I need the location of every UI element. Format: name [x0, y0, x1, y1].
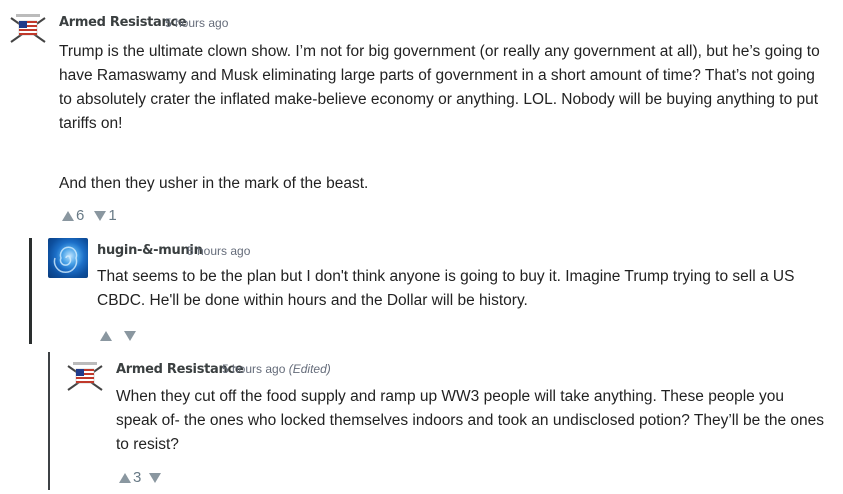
comment-body: When they cut off the food supply and ra…	[116, 385, 826, 457]
downvote-button[interactable]: 1	[94, 207, 117, 224]
downvote-arrow-icon	[94, 210, 107, 221]
timestamp[interactable]: 5 hours ago	[165, 16, 228, 30]
upvote-count: 6	[76, 207, 85, 224]
vote-bar: 6 1	[62, 207, 117, 224]
downvote-count: 1	[108, 207, 117, 224]
downvote-button[interactable]	[149, 472, 162, 483]
avatar[interactable]	[67, 360, 103, 394]
blue-swirl-avatar	[53, 246, 78, 273]
vote-bar	[100, 331, 136, 341]
comment-1: Armed Resistance 5 hours ago Trump is th…	[0, 0, 843, 230]
edited-label: (Edited)	[288, 362, 331, 376]
upvote-button[interactable]	[100, 331, 112, 341]
avatar[interactable]	[10, 12, 46, 46]
upvote-arrow-icon	[119, 472, 131, 483]
comment-paragraph: Trump is the ultimate clown show. I’m no…	[59, 43, 820, 132]
comment-body: Trump is the ultimate clown show. I’m no…	[59, 40, 829, 196]
comment-body: That seems to be the plan but I don't th…	[97, 265, 827, 313]
upvote-count: 3	[133, 469, 142, 486]
vote-bar: 3	[119, 469, 162, 486]
upvote-button[interactable]: 3	[119, 469, 141, 486]
downvote-arrow-icon	[124, 331, 136, 341]
downvote-button[interactable]	[124, 331, 136, 341]
comment-3: Armed Resistance 5 hours ago (Edited) Wh…	[0, 350, 843, 494]
comment-paragraph: That seems to be the plan but I don't th…	[97, 268, 795, 309]
timestamp[interactable]: 5 hours ago	[187, 244, 250, 258]
upvote-arrow-icon	[100, 331, 112, 341]
downvote-arrow-icon	[149, 472, 162, 483]
timestamp: 5 hours ago (Edited)	[222, 362, 331, 376]
timestamp-link[interactable]: 5 hours ago	[222, 362, 285, 376]
upvote-button[interactable]: 6	[62, 207, 84, 224]
comment-paragraph: When they cut off the food supply and ra…	[116, 388, 824, 453]
avatar[interactable]	[48, 238, 88, 278]
upvote-arrow-icon	[62, 210, 74, 221]
comment-paragraph: And then they usher in the mark of the b…	[59, 175, 369, 192]
comment-2: hugin-&-munin 5 hours ago That seems to …	[0, 230, 843, 350]
